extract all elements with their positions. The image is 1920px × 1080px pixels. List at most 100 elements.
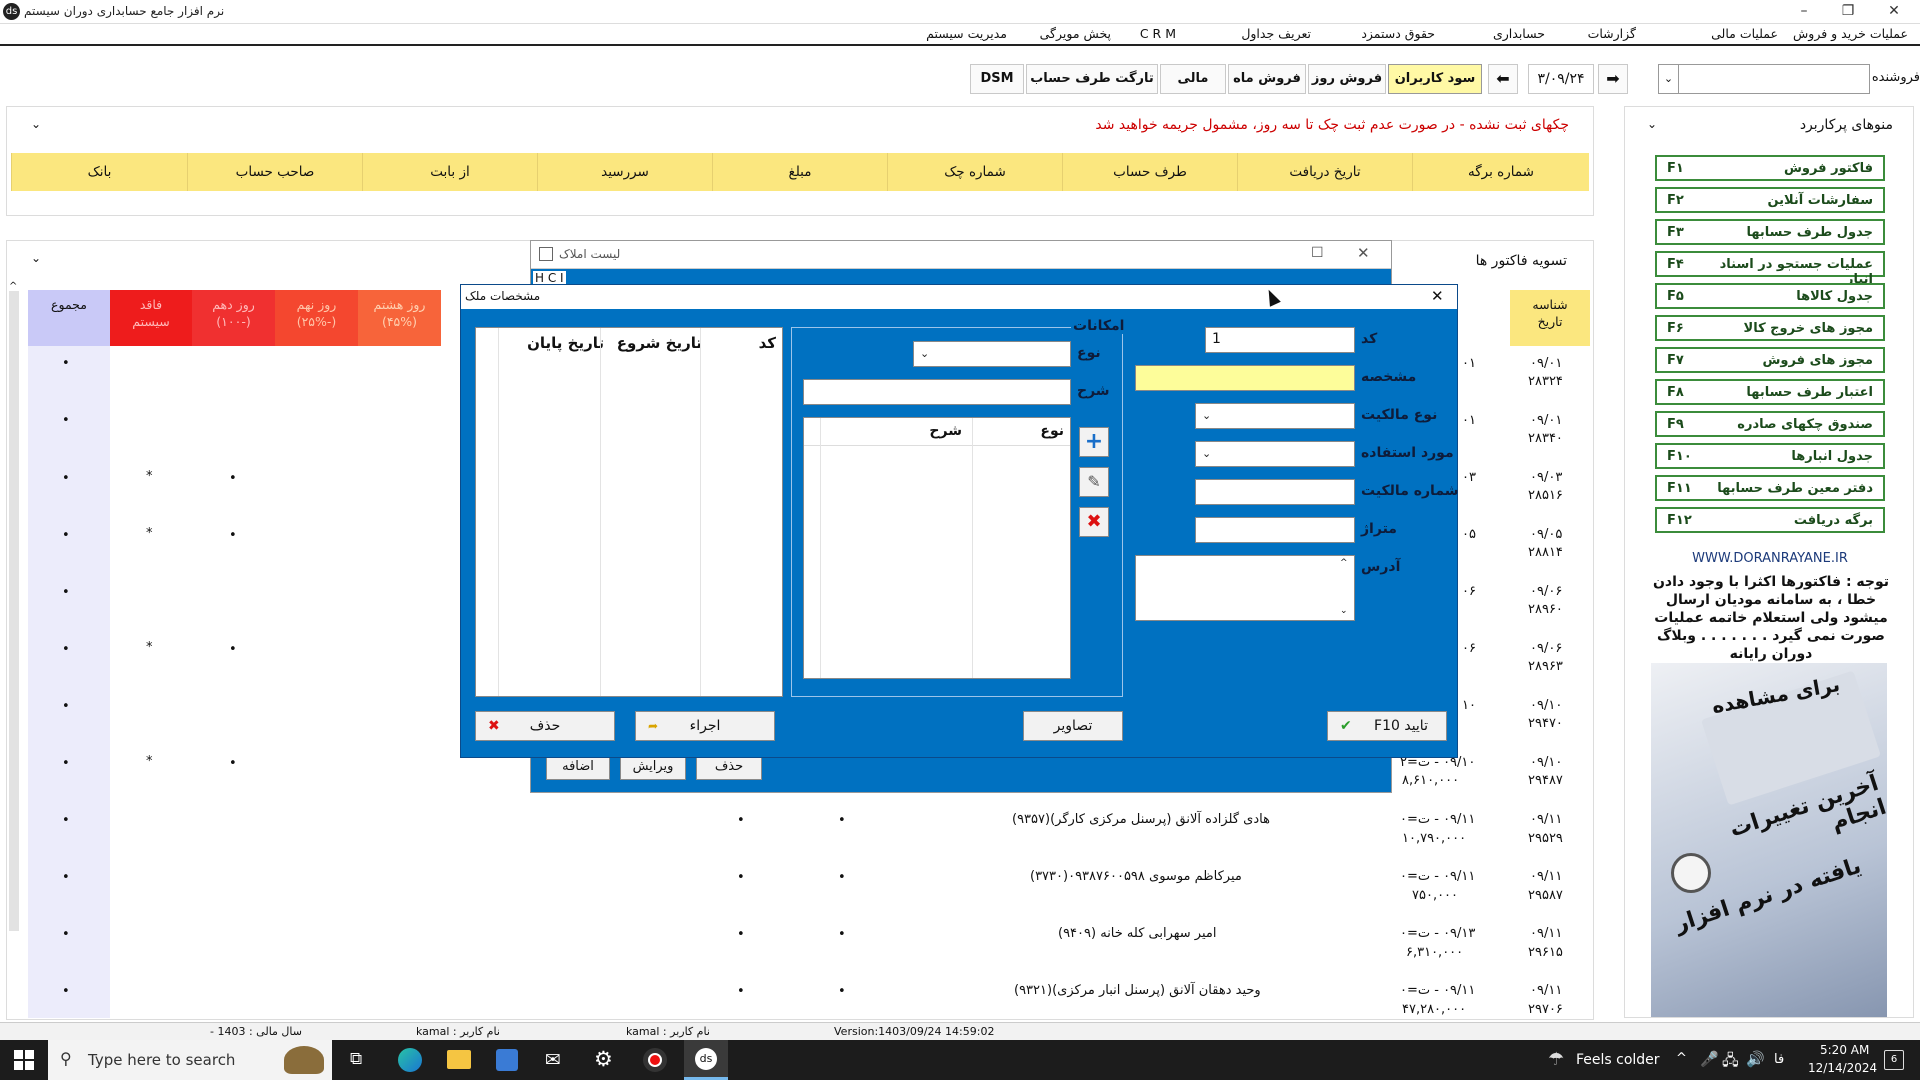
- weather-icon[interactable]: ☂: [1548, 1049, 1564, 1070]
- row-id[interactable]: ۰۹/۰۶: [1530, 584, 1562, 599]
- sidebar-item-account-credit[interactable]: F۸ اعتبار طرف حسابها: [1655, 379, 1885, 405]
- row-no[interactable]: ۲۸۹۶۰: [1528, 602, 1563, 617]
- row-id[interactable]: ۰۹/۰۱: [1530, 356, 1562, 371]
- notification-icon[interactable]: 6: [1884, 1050, 1904, 1070]
- arrow-right-icon[interactable]: ➡: [1598, 64, 1628, 94]
- facility-type-select[interactable]: ⌄: [913, 341, 1071, 367]
- chevron-up-icon[interactable]: ^: [1340, 558, 1348, 568]
- col-account-owner[interactable]: صاحب حساب: [187, 153, 362, 191]
- sidebar-item-accounts-table[interactable]: F۳ جدول طرف حسابها: [1655, 219, 1885, 245]
- row-id[interactable]: ۰۹/۱۱: [1530, 869, 1562, 884]
- sidebar-item-warehouses[interactable]: F۱۰ جدول انبارها: [1655, 443, 1885, 469]
- chevron-down-icon[interactable]: ⌄: [31, 117, 41, 131]
- mail-icon[interactable]: ✉: [545, 1049, 561, 1071]
- address-textarea[interactable]: ^ ⌄: [1135, 555, 1355, 621]
- store-icon[interactable]: [496, 1049, 518, 1071]
- search-box[interactable]: ⚲ Type here to search: [48, 1040, 332, 1080]
- col-period-code[interactable]: کد: [759, 334, 776, 352]
- row-id[interactable]: ۰۹/۱۰: [1530, 698, 1562, 713]
- volume-icon[interactable]: 🔊: [1746, 1050, 1765, 1068]
- facilities-table[interactable]: نوع شرح: [803, 417, 1071, 679]
- menu-accounting[interactable]: حسابداری: [1493, 26, 1545, 41]
- col-start-date[interactable]: تاریخ شروع: [617, 334, 702, 352]
- col-day-10[interactable]: روز دهم (۱۰۰-): [192, 290, 275, 346]
- row-no[interactable]: ۲۸۳۲۴: [1528, 374, 1563, 389]
- col-day-9[interactable]: روز نهم (۲۵%-): [275, 290, 358, 346]
- sidebar-item-receipt[interactable]: F۱۲ برگه دریافت: [1655, 507, 1885, 533]
- confirm-button[interactable]: ✔ تایید F10: [1327, 711, 1447, 741]
- sidebar-item-exit-permits[interactable]: F۶ مجوز های خروج کالا: [1655, 315, 1885, 341]
- monthly-sales-button[interactable]: فروش ماه: [1228, 64, 1306, 94]
- delete-x-icon[interactable]: ✖: [1079, 507, 1109, 537]
- date-field[interactable]: ۳/۰۹/۲۴: [1528, 64, 1594, 94]
- row-id[interactable]: ۰۹/۰۳: [1530, 470, 1562, 485]
- minimize-button[interactable]: –: [1788, 1, 1820, 21]
- col-cheque-no[interactable]: شماره چک: [887, 153, 1062, 191]
- menu-payroll[interactable]: حقوق دستمزد: [1361, 26, 1435, 41]
- target-account-button[interactable]: تارگت طرف حساب: [1026, 64, 1158, 94]
- menu-tables[interactable]: تعریف جداول: [1241, 26, 1311, 41]
- facility-desc-input[interactable]: [803, 379, 1071, 405]
- sidebar-item-goods-table[interactable]: F۵ جدول کالاها: [1655, 283, 1885, 309]
- clock-date[interactable]: 12/14/2024: [1808, 1061, 1877, 1075]
- menu-reports[interactable]: گزارشات: [1588, 26, 1636, 41]
- row-no[interactable]: ۲۸۵۱۶: [1528, 488, 1563, 503]
- menu-sales[interactable]: عملیات خرید و فروش: [1793, 26, 1908, 41]
- row-id[interactable]: ۰۹/۰۱: [1530, 413, 1562, 428]
- col-bank[interactable]: بانک: [11, 153, 187, 191]
- col-facility-desc[interactable]: شرح: [929, 423, 962, 439]
- seller-combo[interactable]: ⌄: [1658, 64, 1870, 94]
- financial-button[interactable]: مالی: [1160, 64, 1226, 94]
- chevron-down-icon[interactable]: ⌄: [1202, 409, 1211, 422]
- changes-banner[interactable]: برای مشاهده آخرین تغییرات انجام یافته در…: [1651, 663, 1887, 1017]
- sidebar-item-online-orders[interactable]: F۲ سفارشات آنلاین: [1655, 187, 1885, 213]
- delete-button[interactable]: ✖ حذف: [475, 711, 615, 741]
- col-total[interactable]: مجموع: [28, 290, 110, 346]
- sidebar-item-sales-permits[interactable]: F۷ مجوز های فروش: [1655, 347, 1885, 373]
- close-button[interactable]: ✕: [1878, 1, 1910, 21]
- windows-start-icon[interactable]: [14, 1050, 34, 1070]
- language-indicator[interactable]: فا: [1774, 1052, 1784, 1067]
- code-input[interactable]: 1: [1205, 327, 1355, 353]
- dsm-button[interactable]: DSM: [970, 64, 1024, 94]
- settings-gear-icon[interactable]: ⚙: [594, 1047, 613, 1071]
- menu-system[interactable]: مدیریت سیستم: [926, 26, 1007, 41]
- col-id-date[interactable]: شناسه تاریخ: [1510, 290, 1590, 346]
- row-no[interactable]: ۲۸۳۴۰: [1528, 431, 1563, 446]
- scrollbar[interactable]: ^: [9, 281, 19, 931]
- row-no[interactable]: ۲۹۶۱۵: [1528, 945, 1563, 960]
- col-day-8[interactable]: روز هشتم (۴۵%): [358, 290, 441, 346]
- row-no[interactable]: ۲۸۸۱۴: [1528, 545, 1563, 560]
- col-for[interactable]: از بابت: [362, 153, 537, 191]
- website-link[interactable]: WWW.DORANRAYANE.IR: [1625, 551, 1915, 566]
- col-no-system[interactable]: فاقد سیستم: [110, 290, 192, 346]
- col-facility-type[interactable]: نوع: [1040, 423, 1064, 439]
- area-input[interactable]: [1195, 517, 1355, 543]
- app-taskbar-button[interactable]: ds: [684, 1040, 728, 1080]
- col-due-date[interactable]: سررسید: [537, 153, 712, 191]
- ownership-no-input[interactable]: [1195, 479, 1355, 505]
- row-id[interactable]: ۰۹/۰۵: [1530, 527, 1562, 542]
- row-no[interactable]: ۲۹۵۲۹: [1528, 831, 1563, 846]
- col-receive-date[interactable]: تاریخ دریافت: [1237, 153, 1412, 191]
- col-amount[interactable]: مبلغ: [712, 153, 887, 191]
- user-profit-button[interactable]: سود کاربران: [1388, 64, 1482, 94]
- clock-time[interactable]: 5:20 AM: [1820, 1043, 1869, 1057]
- maximize-button[interactable]: ☐: [1311, 245, 1324, 261]
- chevron-down-icon[interactable]: ⌄: [1659, 65, 1679, 93]
- row-id[interactable]: ۰۹/۰۶: [1530, 641, 1562, 656]
- row-no[interactable]: ۲۹۴۷۰: [1528, 716, 1563, 731]
- row-no[interactable]: ۲۹۴۸۷: [1528, 773, 1563, 788]
- arrow-left-icon[interactable]: ⬅: [1488, 64, 1518, 94]
- task-view-icon[interactable]: ⧉: [350, 1049, 362, 1069]
- menu-crm[interactable]: C R M: [1140, 26, 1176, 41]
- file-explorer-icon[interactable]: [447, 1050, 471, 1069]
- row-no[interactable]: ۲۹۵۸۷: [1528, 888, 1563, 903]
- sidebar-item-ledger[interactable]: F۱۱ دفتر معین طرف حسابها: [1655, 475, 1885, 501]
- row-id[interactable]: ۰۹/۱۱: [1530, 983, 1562, 998]
- col-account[interactable]: طرف حساب: [1062, 153, 1237, 191]
- usage-select[interactable]: ⌄: [1195, 441, 1355, 467]
- spec-input[interactable]: [1135, 365, 1355, 391]
- maximize-button[interactable]: ❐: [1832, 1, 1864, 21]
- network-icon[interactable]: 🖧: [1722, 1050, 1739, 1075]
